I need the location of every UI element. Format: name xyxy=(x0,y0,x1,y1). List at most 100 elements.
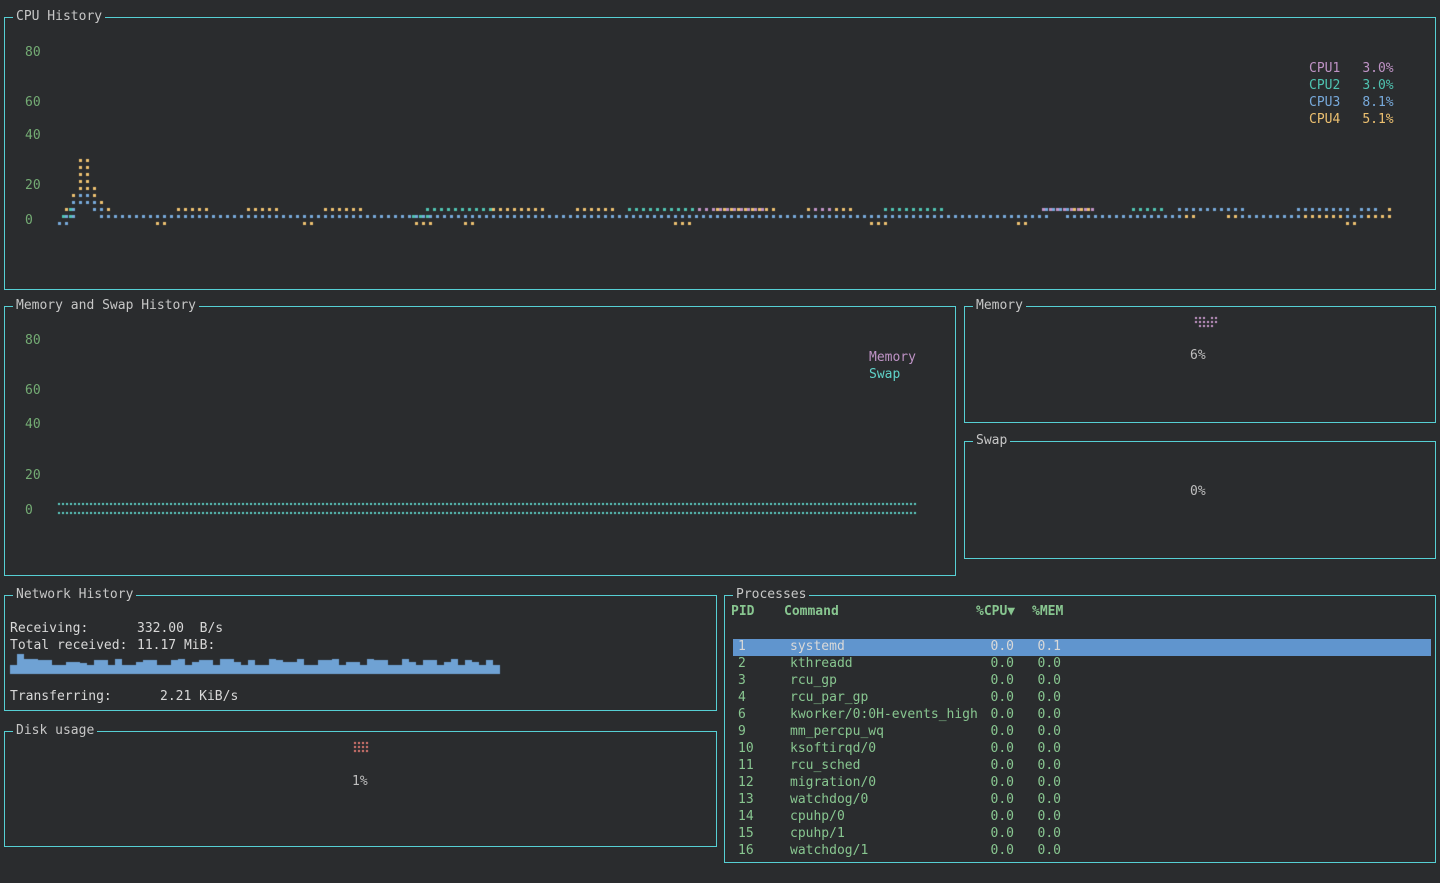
process-mem: 0.0 xyxy=(1007,776,1061,790)
network-history-panel: Network History Receiving: 332.00 B/s To… xyxy=(4,595,717,711)
process-cpu: 0.0 xyxy=(960,759,1014,773)
process-command: cpuhp/0 xyxy=(790,810,845,824)
process-row[interactable]: 12 migration/0 0.00.0 xyxy=(725,775,1433,792)
process-pid: 12 xyxy=(738,776,754,790)
mem-axis-20: 20 xyxy=(25,469,41,483)
cpu-legend-name: CPU2 xyxy=(1309,79,1340,93)
process-mem: 0.0 xyxy=(1007,725,1061,739)
process-mem: 0.0 xyxy=(1007,759,1061,773)
process-cpu: 0.0 xyxy=(960,827,1014,841)
receiving-value: 332.00 B/s xyxy=(137,622,223,636)
cpu-legend-value: 3.0% xyxy=(1362,62,1393,76)
process-cpu: 0.0 xyxy=(960,657,1014,671)
cpu-legend-name: CPU3 xyxy=(1309,96,1340,110)
process-row[interactable]: 11 rcu_sched 0.00.0 xyxy=(725,758,1433,775)
process-row[interactable]: 10 ksoftirqd/0 0.00.0 xyxy=(725,741,1433,758)
total-received-value: 11.17 MiB: xyxy=(137,639,215,653)
process-pid: 6 xyxy=(738,708,746,722)
process-mem: 0.0 xyxy=(1007,708,1061,722)
process-row[interactable]: 6kworker/0:0H-events_high0.00.0 xyxy=(725,707,1433,724)
process-pid: 9 xyxy=(738,725,746,739)
process-pid: 10 xyxy=(738,742,754,756)
process-mem: 0.0 xyxy=(1007,674,1061,688)
cpu-history-title: CPU History xyxy=(13,10,105,24)
transferring-label: Transferring: xyxy=(10,690,112,704)
process-command: rcu_par_gp xyxy=(790,691,868,705)
cpu-legend-name: CPU4 xyxy=(1309,113,1340,127)
column-header-pid[interactable]: PID xyxy=(731,605,754,619)
process-row[interactable]: 13watchdog/00.00.0 xyxy=(725,792,1433,809)
mem-axis-0: 0 xyxy=(25,504,33,518)
process-pid: 2 xyxy=(738,657,746,671)
swap-legend-label: Swap xyxy=(869,368,900,382)
memory-swap-history-title: Memory and Swap History xyxy=(13,299,199,313)
process-cpu: 0.0 xyxy=(960,776,1014,790)
network-history-title: Network History xyxy=(13,588,136,602)
process-cpu: 0.0 xyxy=(960,793,1014,807)
process-cpu: 0.0 xyxy=(960,810,1014,824)
swap-panel: Swap 0% xyxy=(964,441,1436,559)
process-command: migration/0 xyxy=(790,776,876,790)
process-row[interactable]: 4rcu_par_gp0.00.0 xyxy=(725,690,1433,707)
process-command: ksoftirqd/0 xyxy=(790,742,876,756)
cpu-legend-item-cpu1: CPU1 3.0% xyxy=(1309,62,1394,76)
system-monitor-screen: CPU History 80 60 40 20 0 CPU1 3.0% CPU23.… xyxy=(0,0,1440,883)
mem-axis-40: 40 xyxy=(25,418,41,432)
column-header-cpu[interactable]: %CPU▼ xyxy=(976,605,1015,619)
mem-axis-60: 60 xyxy=(25,384,41,398)
cpu-legend-item-cpu2: CPU23.0% xyxy=(1309,79,1394,93)
cpu-axis-60: 60 xyxy=(25,96,41,110)
process-mem: 0.0 xyxy=(1007,691,1061,705)
memory-panel: Memory 6% xyxy=(964,306,1436,423)
process-mem: 0.0 xyxy=(1007,827,1061,841)
process-cpu: 0.0 xyxy=(960,742,1014,756)
process-pid: 14 xyxy=(738,810,754,824)
process-row[interactable]: 15 cpuhp/1 0.00.0 xyxy=(725,826,1433,843)
cpu-legend-item-cpu4: CPU4 5.1% xyxy=(1309,113,1394,127)
swap-panel-title: Swap xyxy=(973,434,1010,448)
process-row[interactable]: 2kthreadd0.00.0 xyxy=(725,656,1433,673)
process-mem: 0.0 xyxy=(1007,793,1061,807)
process-pid: 4 xyxy=(738,691,746,705)
process-command: watchdog/0 xyxy=(790,793,868,807)
process-pid: 16 xyxy=(738,844,754,858)
process-pid: 1 xyxy=(738,640,746,654)
total-received-label: Total received: xyxy=(10,639,127,653)
process-command: watchdog/1 xyxy=(790,844,868,858)
transferring-value: 2.21 KiB/s xyxy=(160,690,238,704)
process-command: rcu_sched xyxy=(790,759,860,773)
process-row-selected[interactable]: 1systemd0.00.1 xyxy=(725,639,1433,656)
process-pid: 11 xyxy=(738,759,754,773)
cpu-legend-item-cpu3: CPU3 8.1% xyxy=(1309,96,1394,110)
process-command: cpuhp/1 xyxy=(790,827,845,841)
process-row[interactable]: 9 mm_percpu_wq 0.00.0 xyxy=(725,724,1433,741)
cpu-axis-80: 80 xyxy=(25,46,41,60)
process-mem: 0.0 xyxy=(1007,742,1061,756)
cpu-legend-value: 8.1% xyxy=(1362,96,1393,110)
column-header-command[interactable]: Command xyxy=(784,605,839,619)
process-command: kthreadd xyxy=(790,657,853,671)
cpu-axis-40: 40 xyxy=(25,129,41,143)
process-cpu: 0.0 xyxy=(960,725,1014,739)
process-mem: 0.0 xyxy=(1007,810,1061,824)
process-row[interactable]: 3rcu_gp0.00.0 xyxy=(725,673,1433,690)
process-mem: 0.0 xyxy=(1007,844,1061,858)
column-header-mem[interactable]: %MEM xyxy=(1032,605,1063,619)
process-table: 1systemd0.00.12kthreadd0.00.03rcu_gp0.00… xyxy=(725,639,1433,860)
process-command: systemd xyxy=(790,640,845,654)
disk-usage-value: 1% xyxy=(352,775,368,789)
processes-title: Processes xyxy=(733,588,809,602)
process-command: mm_percpu_wq xyxy=(790,725,884,739)
process-row[interactable]: 14 cpuhp/0 0.00.0 xyxy=(725,809,1433,826)
process-cpu: 0.0 xyxy=(960,708,1014,722)
processes-panel: Processes PID Command %CPU▼ %MEM 1system… xyxy=(724,595,1436,863)
memory-usage-value: 6% xyxy=(1190,349,1206,363)
memory-panel-title: Memory xyxy=(973,299,1026,313)
cpu-legend-value: 5.1% xyxy=(1362,113,1393,127)
cpu-axis-20: 20 xyxy=(25,179,41,193)
process-row[interactable]: 16watchdog/10.00.0 xyxy=(725,843,1433,860)
process-pid: 15 xyxy=(738,827,754,841)
process-cpu: 0.0 xyxy=(960,674,1014,688)
cpu-legend-name: CPU1 xyxy=(1309,62,1340,76)
process-pid: 3 xyxy=(738,674,746,688)
